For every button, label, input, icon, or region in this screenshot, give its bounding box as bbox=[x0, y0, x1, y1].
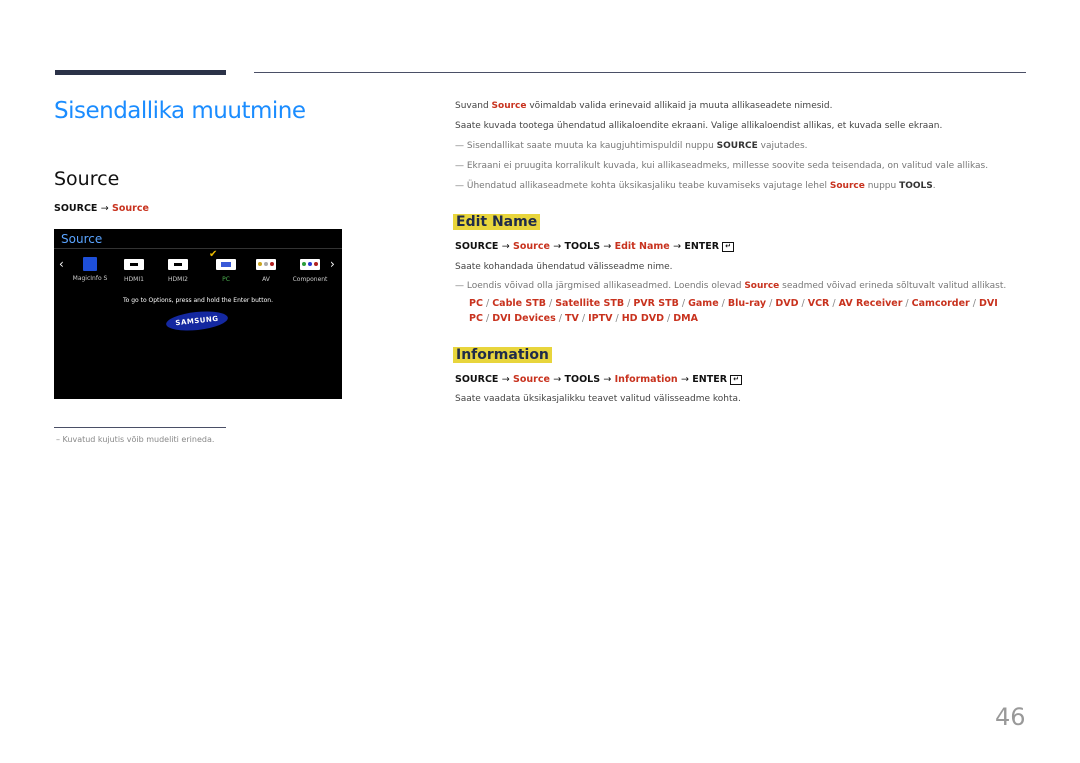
separator: / bbox=[664, 313, 674, 324]
separator: / bbox=[555, 313, 566, 324]
source-item-hdmi1[interactable]: HDMI1 bbox=[112, 259, 156, 283]
enter-icon: ↵ bbox=[722, 241, 735, 252]
information-path: SOURCE → Source → TOOLS → Information → … bbox=[455, 374, 743, 385]
note-3: — Ühendatud allikaseadmete kohta üksikas… bbox=[455, 181, 936, 191]
separator: / bbox=[545, 298, 556, 309]
screen-title: Source bbox=[61, 232, 103, 246]
device-item: TV bbox=[565, 313, 579, 324]
intro-paragraph-1: Suvand Source võimaldab valida erinevaid… bbox=[455, 101, 833, 111]
edit-name-desc: Saate kohandada ühendatud välisseadme ni… bbox=[455, 262, 673, 272]
device-item: Cable STB bbox=[492, 298, 546, 309]
samsung-logo: SAMSUNG bbox=[165, 308, 229, 334]
av-icon bbox=[256, 259, 276, 270]
source-item-hdmi2[interactable]: HDMI2 bbox=[156, 259, 200, 283]
screen-hint: To go to Options, press and hold the Ent… bbox=[122, 297, 273, 304]
intro-paragraph-2: Saate kuvada tootega ühendatud allikaloe… bbox=[455, 121, 943, 131]
component-icon bbox=[300, 259, 320, 270]
separator: / bbox=[678, 298, 689, 309]
page-title: Sisendallika muutmine bbox=[54, 98, 306, 124]
edit-name-path: SOURCE → Source → TOOLS → Edit Name → EN… bbox=[455, 241, 735, 252]
information-heading: Information bbox=[453, 344, 552, 363]
page-number: 46 bbox=[995, 703, 1026, 731]
separator: / bbox=[902, 298, 912, 309]
separator: / bbox=[798, 298, 808, 309]
device-list: PC / Cable STB / Satellite STB / PVR STB… bbox=[469, 296, 1009, 326]
header-bar-thick bbox=[55, 70, 226, 75]
separator: / bbox=[829, 298, 839, 309]
note-2: — Ekraani ei pruugita korralikult kuvada… bbox=[455, 161, 989, 171]
pc-icon bbox=[216, 259, 236, 270]
device-item: Satellite STB bbox=[555, 298, 625, 309]
source-item-component[interactable]: Component bbox=[288, 259, 332, 283]
device-item: VCR bbox=[807, 298, 830, 309]
source-item-pc[interactable]: ✔ PC bbox=[204, 249, 248, 283]
hdmi-icon bbox=[124, 259, 144, 270]
device-item: Game bbox=[688, 298, 719, 309]
device-item: DVD bbox=[775, 298, 799, 309]
separator: / bbox=[969, 298, 979, 309]
device-item: AV Receiver bbox=[838, 298, 903, 309]
hdmi-icon bbox=[168, 259, 188, 270]
magicinfo-icon bbox=[83, 257, 97, 271]
device-item: DMA bbox=[673, 313, 698, 324]
path-source: SOURCE bbox=[54, 203, 98, 214]
source-screen: Source ‹ › MagicInfo S HDMI1 HDMI2 ✔ PC … bbox=[54, 229, 342, 399]
separator: / bbox=[718, 298, 728, 309]
separator: / bbox=[624, 298, 634, 309]
source-item-av[interactable]: AV bbox=[244, 259, 288, 283]
header-bar-thin bbox=[254, 72, 1026, 73]
footnote-divider bbox=[54, 427, 226, 428]
enter-icon: ↵ bbox=[730, 374, 743, 385]
separator: / bbox=[612, 313, 622, 324]
section-title: Source bbox=[54, 168, 120, 190]
path-arrow: → bbox=[100, 203, 109, 214]
edit-name-heading: Edit Name bbox=[453, 211, 541, 230]
device-item: HD DVD bbox=[621, 313, 664, 324]
menu-path: SOURCE → Source bbox=[54, 203, 149, 214]
footnote: – Kuvatud kujutis võib mudeliti erineda. bbox=[56, 435, 215, 444]
screen-divider bbox=[54, 248, 342, 249]
device-item: PC bbox=[469, 298, 483, 309]
device-item: IPTV bbox=[588, 313, 613, 324]
device-item: Camcorder bbox=[911, 298, 970, 309]
device-item: PVR STB bbox=[633, 298, 679, 309]
separator: / bbox=[766, 298, 776, 309]
separator: / bbox=[482, 313, 493, 324]
separator: / bbox=[578, 313, 589, 324]
device-item: Blu-ray bbox=[727, 298, 767, 309]
note-1: — Sisendallikat saate muuta ka kaugjuhti… bbox=[455, 141, 808, 151]
device-item: DVI Devices bbox=[492, 313, 556, 324]
path-target: Source bbox=[112, 203, 149, 214]
chevron-left-icon[interactable]: ‹ bbox=[59, 257, 64, 271]
source-item-magicinfo[interactable]: MagicInfo S bbox=[68, 257, 112, 282]
edit-name-note: — Loendis võivad olla järgmised allikase… bbox=[455, 281, 1007, 291]
information-desc: Saate vaadata üksikasjalikku teavet vali… bbox=[455, 394, 741, 404]
separator: / bbox=[482, 298, 493, 309]
